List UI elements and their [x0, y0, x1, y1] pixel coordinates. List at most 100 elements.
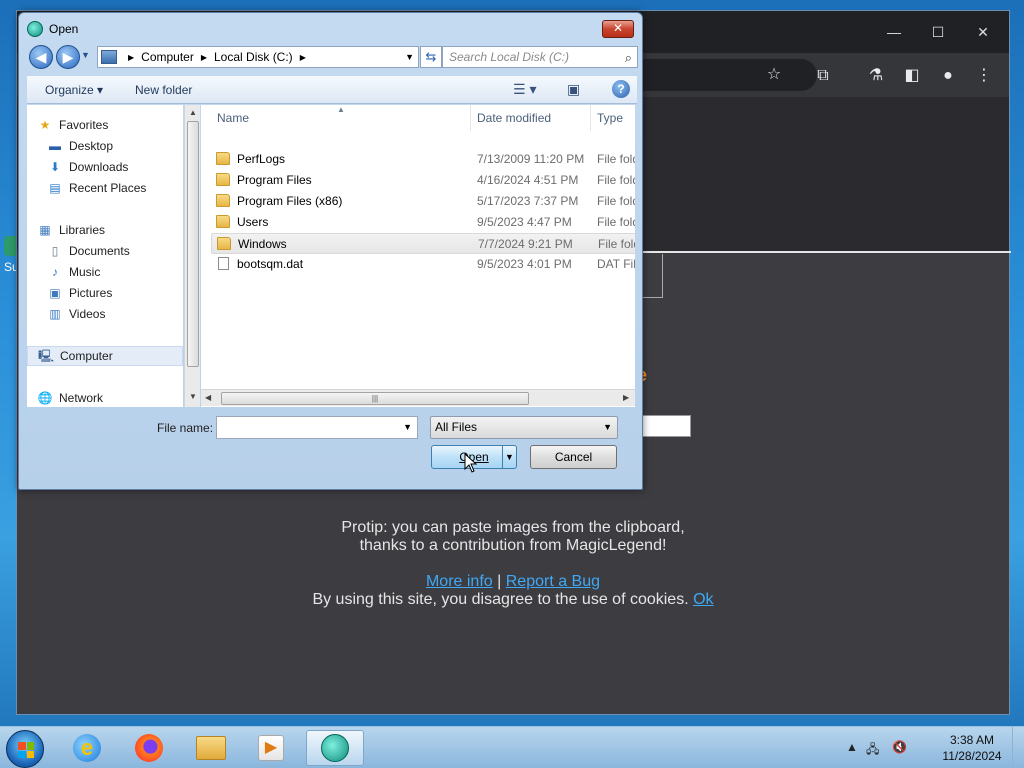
system-clock[interactable]: 3:38 AM 11/28/2024: [932, 732, 1012, 764]
file-name-input[interactable]: ▼: [216, 416, 418, 439]
nav-videos[interactable]: ▥ Videos: [47, 304, 183, 324]
refresh-button[interactable]: ⇆: [420, 46, 442, 68]
document-icon: [218, 257, 229, 270]
folder-icon: [216, 173, 230, 186]
file-row-program-files-x86[interactable]: Program Files (x86) 5/17/2023 7:37 PM Fi…: [211, 191, 635, 212]
address-bar[interactable]: ☆: [637, 59, 817, 91]
computer-drive-icon: [101, 50, 117, 64]
cookie-ok-link[interactable]: Ok: [693, 591, 713, 608]
network-icon: 🌐: [37, 391, 53, 405]
open-options-chevron-down-icon[interactable]: ▼: [502, 446, 516, 468]
column-date-modified[interactable]: Date modified: [471, 105, 591, 131]
file-row-users[interactable]: Users 9/5/2023 4:47 PM File folder: [211, 212, 635, 233]
file-name-history-chevron-down-icon[interactable]: ▼: [403, 422, 412, 432]
folder-icon: [216, 152, 230, 165]
address-dropdown-chevron-down-icon[interactable]: ▼: [405, 52, 414, 62]
nav-music[interactable]: ♪ Music: [47, 262, 183, 282]
extensions-icon[interactable]: ⧉: [812, 65, 834, 87]
profile-avatar-icon[interactable]: ●: [937, 65, 959, 87]
preview-pane-icon[interactable]: ▣: [567, 81, 580, 98]
forward-button[interactable]: ▶: [56, 45, 80, 69]
taskbar-active-app[interactable]: [306, 730, 364, 766]
desktop-icon-fragment[interactable]: Su: [4, 236, 19, 276]
labs-flask-icon[interactable]: ⚗: [865, 65, 887, 87]
videos-icon: ▥: [49, 307, 61, 321]
file-type-filter-value: All Files: [435, 420, 478, 434]
scroll-right-icon[interactable]: ▶: [623, 393, 629, 402]
breadcrumb-arrow-icon[interactable]: ▶: [201, 53, 207, 62]
close-window-icon[interactable]: ✕: [972, 21, 994, 43]
taskbar: e ▶ ▲ 🖧 🔇 3:38 AM 11/28/2024: [0, 726, 1024, 768]
taskbar-file-explorer[interactable]: [182, 730, 240, 766]
help-icon[interactable]: ?: [612, 80, 630, 98]
star-icon: ★: [39, 118, 51, 132]
nav-recent-places[interactable]: ▤ Recent Places: [47, 178, 183, 198]
file-list-horizontal-scrollbar[interactable]: ◀ ||| ▶: [201, 389, 635, 406]
nav-desktop[interactable]: ▬ Desktop: [47, 136, 183, 156]
dialog-titlebar: Open: [27, 19, 78, 39]
breadcrumb-arrow-icon[interactable]: ▶: [300, 53, 306, 62]
nav-favorites[interactable]: ★ Favorites: [37, 115, 183, 135]
navigation-bar: ◀ ▶ ▼ ▶ Computer ▶ Local Disk (C:) ▶ ▼ ⇆…: [27, 44, 638, 70]
nav-libraries[interactable]: ▦ Libraries: [37, 220, 183, 240]
folder-icon: [216, 194, 230, 207]
desktop-icon: ▬: [49, 139, 61, 153]
search-input[interactable]: Search Local Disk (C:) ⌕: [442, 46, 638, 68]
address-breadcrumb[interactable]: ▶ Computer ▶ Local Disk (C:) ▶ ▼: [97, 46, 419, 68]
file-row-bootsqm[interactable]: bootsqm.dat 9/5/2023 4:01 PM DAT File: [211, 254, 635, 275]
view-options-icon[interactable]: ☰ ▾: [513, 81, 536, 98]
side-panel-icon[interactable]: ◧: [901, 65, 923, 87]
report-bug-link[interactable]: Report a Bug: [506, 573, 600, 590]
show-desktop-button[interactable]: [1012, 727, 1024, 768]
file-type-filter-select[interactable]: All Files ▼: [430, 416, 618, 439]
clock-date: 11/28/2024: [942, 749, 1002, 763]
nav-pictures[interactable]: ▣ Pictures: [47, 283, 183, 303]
nav-network[interactable]: 🌐 Network: [37, 388, 183, 407]
maximize-icon[interactable]: ☐: [927, 21, 949, 43]
nav-pane-scrollbar[interactable]: ▲ ▼: [184, 105, 200, 407]
breadcrumb-computer[interactable]: Computer: [141, 50, 194, 64]
file-row-windows[interactable]: Windows 7/7/2024 9:21 PM File folder: [211, 233, 635, 254]
minimize-icon[interactable]: —: [883, 21, 905, 43]
network-tray-icon[interactable]: 🖧: [866, 740, 879, 761]
nav-documents[interactable]: ▯ Documents: [47, 241, 183, 261]
scroll-up-icon[interactable]: ▲: [189, 108, 197, 117]
search-placeholder: Search Local Disk (C:): [449, 50, 570, 64]
page-textarea[interactable]: [639, 415, 691, 437]
column-type[interactable]: Type: [591, 105, 635, 131]
more-info-link[interactable]: More info: [426, 573, 493, 590]
link-separator: |: [497, 573, 502, 590]
taskbar-media-player[interactable]: ▶: [242, 730, 300, 766]
file-row-perflogs[interactable]: PerfLogs 7/13/2009 11:20 PM File folder: [211, 149, 635, 170]
dialog-close-button[interactable]: ✕: [602, 20, 634, 38]
computer-icon: 🖳: [38, 349, 55, 363]
clock-time: 3:38 AM: [949, 733, 995, 747]
file-list: Name ▲ Date modified Type PerfLogs 7/13/…: [201, 105, 635, 407]
new-folder-button[interactable]: New folder: [135, 83, 192, 97]
show-hidden-icons-chevron-up-icon[interactable]: ▲: [846, 740, 858, 754]
volume-muted-icon[interactable]: 🔇: [892, 740, 907, 754]
cookie-notice: By using this site, you disagree to the …: [17, 591, 1009, 609]
recent-locations-chevron-down-icon[interactable]: ▼: [81, 50, 93, 62]
page-divider: [641, 251, 1011, 253]
horizontal-scrollbar-thumb[interactable]: |||: [221, 392, 529, 405]
back-button[interactable]: ◀: [29, 45, 53, 69]
nav-downloads[interactable]: ⬇ Downloads: [47, 157, 183, 177]
menu-kebab-icon[interactable]: ⋮: [973, 65, 995, 87]
organize-button[interactable]: Organize ▾: [45, 83, 103, 97]
taskbar-firefox[interactable]: [120, 730, 178, 766]
bookmark-star-icon[interactable]: ☆: [763, 64, 785, 86]
taskbar-internet-explorer[interactable]: e: [58, 730, 116, 766]
protip-line-1: Protip: you can paste images from the cl…: [341, 519, 685, 536]
scroll-left-icon[interactable]: ◀: [205, 393, 211, 402]
cancel-button[interactable]: Cancel: [530, 445, 617, 469]
breadcrumb-local-disk[interactable]: Local Disk (C:): [214, 50, 293, 64]
start-button[interactable]: [6, 730, 44, 768]
file-row-program-files[interactable]: Program Files 4/16/2024 4:51 PM File fol…: [211, 170, 635, 191]
nav-scrollbar-thumb[interactable]: [187, 121, 199, 367]
mouse-pointer-icon: [464, 453, 478, 473]
downloads-icon: ⬇: [49, 160, 61, 174]
nav-computer[interactable]: 🖳 Computer: [27, 346, 183, 366]
scroll-down-icon[interactable]: ▼: [189, 392, 197, 401]
breadcrumb-arrow-icon[interactable]: ▶: [128, 53, 134, 62]
